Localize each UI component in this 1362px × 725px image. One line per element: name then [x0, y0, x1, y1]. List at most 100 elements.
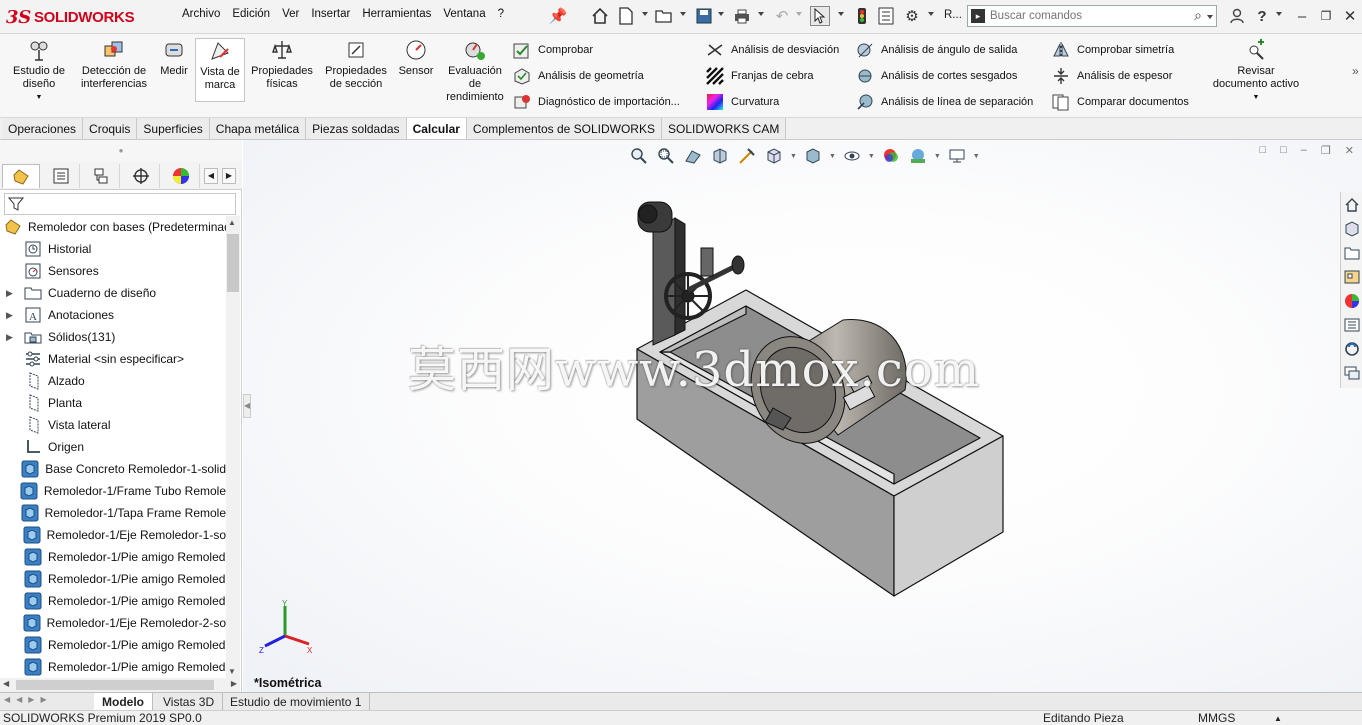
search-icon[interactable]: ⌕ [1194, 7, 1202, 24]
geometry-analysis-button[interactable]: Análisis de geometría [513, 66, 644, 86]
tree-vertical-scrollbar[interactable]: ▲ ▼ [226, 216, 240, 678]
tab-calcular[interactable]: Calcular [406, 118, 467, 139]
curvature-button[interactable]: Curvatura [706, 92, 779, 112]
rebuild-traffic-light-icon[interactable] [852, 6, 872, 26]
undercut-analysis-button[interactable]: Análisis de cortes sesgados [856, 66, 1017, 86]
undo-icon[interactable]: ↶ [772, 6, 792, 26]
tree-horizontal-scrollbar[interactable]: ◀ ▶ [0, 678, 240, 692]
display-manager-tab-icon[interactable] [162, 164, 200, 188]
feature-tree-tab-icon[interactable] [2, 164, 40, 188]
graphics-area[interactable]: ▼ ▼ ▼ ▼ ▼ □ □ – ❐ ✕ 莫西网www.3dmox.com Y X… [243, 140, 1362, 692]
save-dropdown-icon[interactable] [718, 12, 724, 16]
expand-arrow-icon[interactable]: ▶ [6, 288, 16, 299]
pin-icon[interactable]: 📌 [548, 6, 568, 26]
open-dropdown-icon[interactable] [680, 12, 686, 16]
select-pointer-icon[interactable] [810, 6, 830, 26]
expand-arrow-icon[interactable]: ▶ [6, 332, 16, 343]
menu-herramientas[interactable]: Herramientas [356, 8, 437, 20]
tree-item[interactable]: Remoledor-1/Pie amigo Remoled [0, 634, 226, 656]
tabs-scroll-right-icon[interactable]: ▶ [222, 168, 236, 184]
open-folder-icon[interactable] [654, 6, 674, 26]
search-dropdown-icon[interactable] [1207, 15, 1213, 19]
thickness-analysis-button[interactable]: Análisis de espesor [1052, 66, 1172, 86]
tab-croquis[interactable]: Croquis [83, 118, 138, 139]
close-icon[interactable]: ✕ [1340, 6, 1360, 26]
save-icon[interactable] [694, 6, 714, 26]
deviation-analysis-button[interactable]: Análisis de desviación [706, 40, 839, 60]
toolbar-overflow-icon[interactable]: » [1352, 64, 1359, 78]
tree-item[interactable]: Base Concreto Remoledor-1-solid [0, 458, 226, 480]
performance-button[interactable]: Evaluación de rendimiento [441, 38, 509, 104]
menu-ver[interactable]: Ver [276, 8, 305, 20]
scroll-left-icon[interactable]: ◀ [3, 679, 9, 688]
mass-properties-button[interactable]: Propiedades físicas [249, 38, 315, 91]
file-explorer-icon[interactable] [1342, 242, 1362, 264]
tab-solidworks-cam[interactable]: SOLIDWORKS CAM [661, 118, 787, 139]
search-input[interactable] [990, 8, 1180, 24]
solidworks-forum-icon[interactable] [1342, 338, 1362, 360]
user-account-icon[interactable] [1227, 6, 1247, 26]
new-document-icon[interactable] [616, 6, 636, 26]
review-doc-button[interactable]: Revisar documento activo ▼ [1205, 38, 1307, 104]
draft-analysis-button[interactable]: Análisis de ángulo de salida [856, 40, 1017, 60]
restore-icon[interactable]: ❐ [1316, 6, 1336, 26]
tree-item[interactable]: Remoledor-1/Eje Remoledor-1-so [0, 524, 226, 546]
tab-vistas-3d[interactable]: Vistas 3D [155, 693, 224, 710]
menu-help[interactable]: ? [492, 8, 510, 20]
tree-item[interactable]: ▶ Cuaderno de diseño [0, 282, 226, 304]
scroll-thumb[interactable] [227, 234, 239, 292]
check-button[interactable]: Comprobar [513, 40, 593, 60]
tab-estudio-movimiento[interactable]: Estudio de movimiento 1 [222, 693, 371, 710]
tab-piezas-soldadas[interactable]: Piezas soldadas [306, 118, 407, 139]
print-dropdown-icon[interactable] [758, 12, 764, 16]
import-diagnostics-button[interactable]: Diagnóstico de importación... [513, 92, 680, 112]
help-icon[interactable]: ? [1252, 6, 1272, 26]
menu-ventana[interactable]: Ventana [437, 8, 491, 20]
symmetry-check-button[interactable]: Comprobar simetría [1052, 40, 1174, 60]
options-dropdown-icon[interactable] [928, 12, 934, 16]
menu-archivo[interactable]: Archivo [176, 8, 226, 20]
markup-view-button[interactable]: Vista de marca [195, 38, 245, 102]
tree-item[interactable]: Sensores [0, 260, 226, 282]
appearances-icon[interactable] [1342, 290, 1362, 312]
tabs-scroll-left-icon[interactable]: ◀ [204, 168, 218, 184]
tree-item[interactable]: Remoledor-1/Frame Tubo Remole [0, 480, 226, 502]
tree-item[interactable]: ▶ A Anotaciones [0, 304, 226, 326]
scroll-down-icon[interactable]: ▼ [228, 667, 236, 676]
tab-operaciones[interactable]: Operaciones [2, 118, 84, 139]
view-palette-icon[interactable] [1342, 266, 1362, 288]
tree-item[interactable]: Remoledor-1/Pie amigo Remoled [0, 590, 226, 612]
menu-edicion[interactable]: Edición [226, 8, 276, 20]
design-study-button[interactable]: Estudio de diseño ▼ [6, 38, 72, 104]
interference-button[interactable]: Detección de interferencias [78, 38, 150, 91]
section-properties-button[interactable]: Propiedades de sección [322, 38, 390, 91]
options-gear-icon[interactable]: ⚙ [902, 6, 922, 26]
model-3d-view[interactable] [243, 140, 1362, 692]
tree-item[interactable]: Alzado [0, 370, 226, 392]
tab-complementos[interactable]: Complementos de SOLIDWORKS [466, 118, 662, 139]
design-library-icon[interactable] [1342, 218, 1362, 240]
scroll-right-icon[interactable]: ▶ [231, 679, 237, 688]
tree-item[interactable]: Material <sin especificar> [0, 348, 226, 370]
help-dropdown-icon[interactable] [1276, 12, 1282, 16]
sensor-button[interactable]: Sensor [395, 38, 437, 78]
solidworks-resources-icon[interactable] [1342, 194, 1362, 216]
compare-documents-button[interactable]: Comparar documentos [1052, 92, 1189, 112]
panel-grip[interactable]: ● [0, 140, 242, 162]
tree-item[interactable]: Remoledor-1/Pie amigo Remoled [0, 546, 226, 568]
custom-properties-icon[interactable] [1342, 314, 1362, 336]
units-dropdown-icon[interactable]: ▲ [1274, 711, 1282, 725]
tab-modelo[interactable]: Modelo [94, 693, 153, 710]
tab-chapa-metalica[interactable]: Chapa metálica [209, 118, 307, 139]
tree-filter-box[interactable] [4, 193, 236, 215]
scroll-up-icon[interactable]: ▲ [228, 218, 236, 227]
dimxpert-tab-icon[interactable] [122, 164, 160, 188]
panel-collapse-handle[interactable]: ◀ [243, 394, 251, 418]
print-icon[interactable] [732, 6, 752, 26]
tree-root[interactable]: Remoledor con bases (Predeterminado [0, 216, 226, 238]
minimize-icon[interactable]: – [1292, 6, 1312, 26]
tree-item[interactable]: Remoledor-1/Pie amigo Remoled [0, 656, 226, 678]
parting-line-analysis-button[interactable]: Análisis de línea de separación [856, 92, 1033, 112]
property-manager-tab-icon[interactable] [42, 164, 80, 188]
tree-item[interactable]: Origen [0, 436, 226, 458]
